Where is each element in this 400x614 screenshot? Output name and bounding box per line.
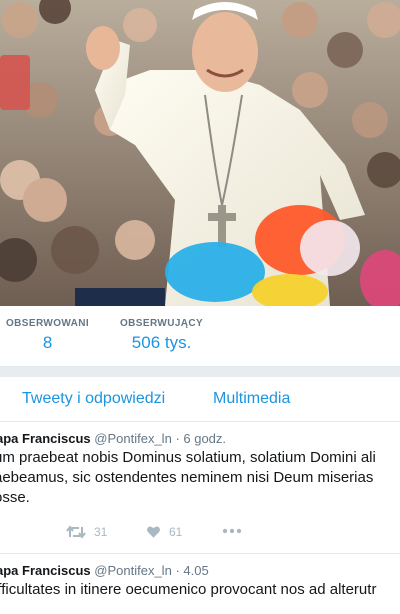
retweet-button[interactable]: 31 — [66, 525, 107, 539]
tweet-text: ifficultates in itinere oecumenico provo… — [0, 580, 400, 600]
tweet-author-name[interactable]: apa Franciscus — [0, 563, 91, 578]
tweet-timestamp[interactable]: · 6 godz. — [175, 431, 226, 446]
tweet-author-handle[interactable]: @Pontifex_ln — [94, 563, 172, 578]
followers-label: OBSERWUJĄCY — [120, 318, 204, 329]
more-button[interactable] — [222, 528, 242, 534]
tweet-text-line: um praebeat nobis Dominus solatium, sola… — [0, 449, 376, 466]
profile-header-photo — [0, 0, 400, 306]
profile-stats-bar: OBSERWOWANI 8 OBSERWUJĄCY 506 tys. — [0, 306, 400, 367]
like-button[interactable]: 61 — [146, 525, 182, 539]
tweet-text-line: osse. — [0, 489, 30, 506]
section-separator — [0, 367, 400, 377]
header-photo-image — [0, 0, 400, 306]
more-icon — [222, 528, 242, 534]
tweet-header: apa Franciscus @Pontifex_ln · 6 godz. — [0, 431, 226, 446]
tab-tweets-and-replies[interactable]: Tweety i odpowiedzi — [22, 390, 165, 408]
like-count: 61 — [169, 525, 183, 539]
retweet-icon — [66, 525, 86, 539]
following-stat[interactable]: OBSERWOWANI 8 — [6, 318, 89, 353]
followers-count: 506 tys. — [131, 333, 192, 352]
tweet-text: um praebeat nobis Dominus solatium, sola… — [0, 448, 400, 508]
tweet-timestamp[interactable]: · 4.05 — [175, 563, 208, 578]
tweet-author-name[interactable]: apa Franciscus — [0, 431, 91, 446]
tweet-author-handle[interactable]: @Pontifex_ln — [94, 431, 172, 446]
heart-icon — [146, 525, 161, 539]
tweet-text-line: aebeamus, sic ostendentes neminem nisi D… — [0, 469, 374, 486]
profile-tabs: Tweety i odpowiedzi Multimedia — [0, 377, 400, 422]
tab-media[interactable]: Multimedia — [213, 390, 290, 408]
tweet[interactable]: apa Franciscus @Pontifex_ln · 4.05 iffic… — [0, 554, 400, 614]
tweet-header: apa Franciscus @Pontifex_ln · 4.05 — [0, 563, 209, 578]
tweet-text-line: ifficultates in itinere oecumenico provo… — [0, 581, 377, 598]
following-label: OBSERWOWANI — [6, 318, 90, 329]
tweet[interactable]: apa Franciscus @Pontifex_ln · 6 godz. um… — [0, 422, 400, 554]
followers-stat[interactable]: OBSERWUJĄCY 506 tys. — [120, 318, 203, 353]
following-count: 8 — [42, 333, 53, 352]
retweet-count: 31 — [94, 525, 108, 539]
